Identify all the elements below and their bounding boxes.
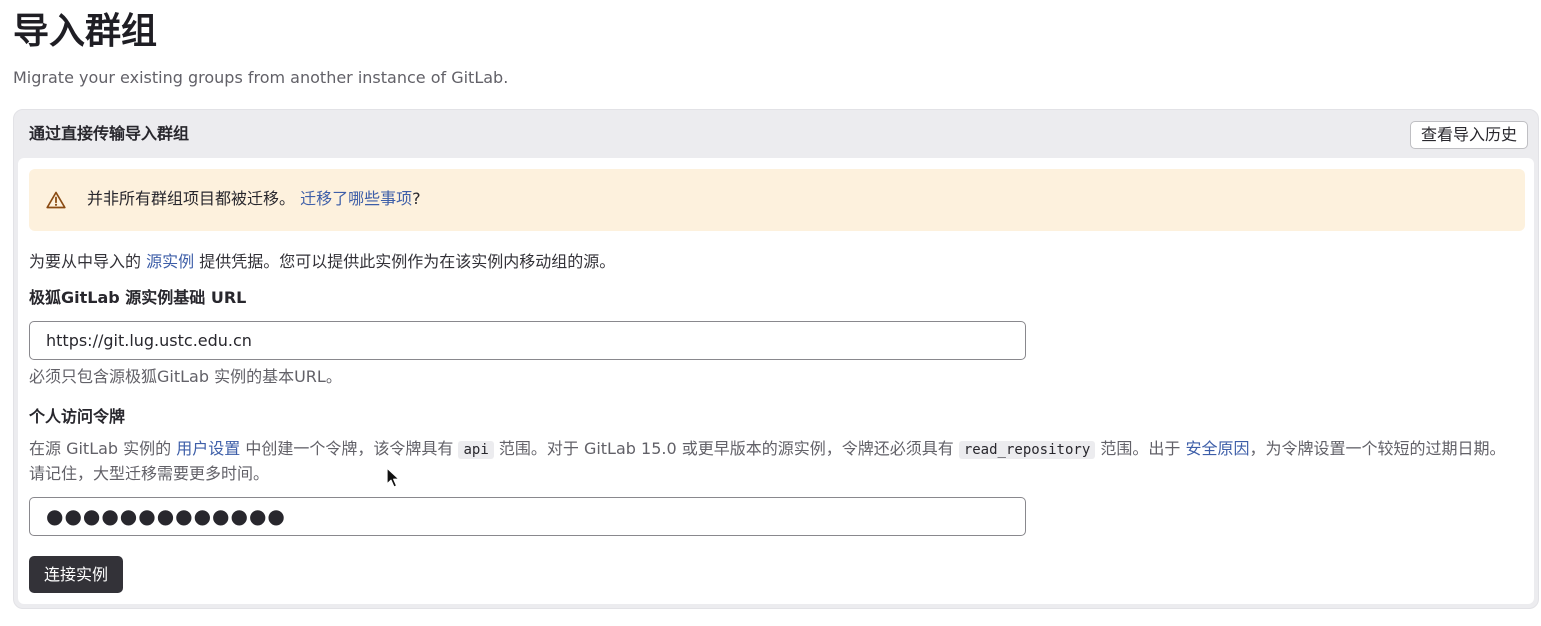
- card-header-title: 通过直接传输导入群组: [29, 124, 190, 143]
- page-title: 导入群组: [13, 11, 158, 52]
- alert-text: 并非所有群组项目都被迁移。 迁移了哪些事项?: [87, 188, 421, 210]
- card-body: 并非所有群组项目都被迁移。 迁移了哪些事项? 为要从中导入的 源实例 提供凭据。…: [18, 158, 1534, 604]
- import-group-page: 导入群组 Migrate your existing groups from a…: [0, 0, 1541, 626]
- view-import-history-button[interactable]: 查看导入历史: [1409, 121, 1528, 149]
- token-help-part4: 范围。出于: [1095, 439, 1186, 458]
- what-is-migrated-link[interactable]: 迁移了哪些事项: [300, 189, 412, 208]
- source-instance-link[interactable]: 源实例: [146, 252, 194, 271]
- token-field-label: 个人访问令牌: [29, 407, 126, 426]
- credentials-intro: 为要从中导入的 源实例 提供凭据。您可以提供此实例作为在该实例内移动组的源。: [29, 251, 615, 273]
- card-header: 通过直接传输导入群组 查看导入历史: [14, 110, 1538, 158]
- alert-message: 并非所有群组项目都被迁移。: [87, 189, 296, 208]
- token-help-part1: 在源 GitLab 实例的: [29, 439, 177, 458]
- warning-icon: [46, 191, 66, 209]
- token-help-part3: 范围。对于 GitLab 15.0 或更早版本的源实例，令牌还必须具有: [493, 439, 959, 458]
- mouse-pointer-icon: [386, 467, 400, 488]
- url-field-help: 必须只包含源极狐GitLab 实例的基本URL。: [29, 367, 342, 386]
- access-token-input[interactable]: ●●●●●●●●●●●●●: [29, 497, 1026, 536]
- token-help-part2: 中创建一个令牌，该令牌具有: [240, 439, 459, 458]
- intro-before: 为要从中导入的: [29, 252, 147, 271]
- source-url-input[interactable]: [29, 321, 1026, 360]
- api-scope-code: api: [458, 441, 494, 459]
- read-repository-scope-code: read_repository: [958, 441, 1096, 459]
- intro-after: 提供凭据。您可以提供此实例作为在该实例内移动组的源。: [194, 252, 616, 271]
- masked-token-value: ●●●●●●●●●●●●●: [46, 504, 286, 528]
- direct-transfer-card: 通过直接传输导入群组 查看导入历史 并非所有群组项目都被迁移。 迁移了哪些事项?…: [13, 109, 1539, 609]
- token-field-help: 在源 GitLab 实例的 用户设置 中创建一个令牌，该令牌具有 api 范围。…: [29, 437, 1519, 486]
- alert-suffix: ?: [412, 189, 421, 208]
- user-settings-link[interactable]: 用户设置: [176, 439, 240, 458]
- page-subtitle: Migrate your existing groups from anothe…: [13, 68, 509, 87]
- connect-instance-button[interactable]: 连接实例: [29, 556, 124, 593]
- url-field-label: 极狐GitLab 源实例基础 URL: [29, 288, 247, 307]
- security-reasons-link[interactable]: 安全原因: [1185, 439, 1249, 458]
- migration-warning-alert: 并非所有群组项目都被迁移。 迁移了哪些事项?: [29, 169, 1525, 231]
